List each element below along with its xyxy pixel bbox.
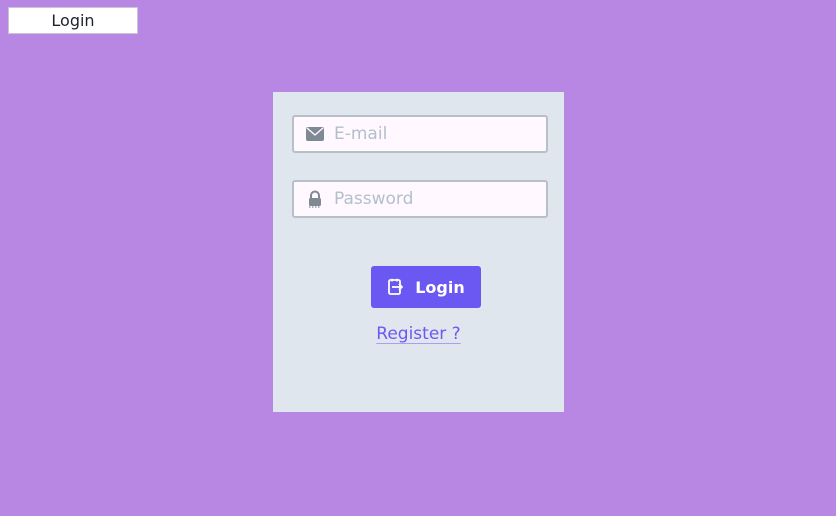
login-button-label: Login: [415, 277, 465, 297]
lock-icon: [306, 190, 324, 208]
password-field[interactable]: [292, 180, 548, 218]
password-input[interactable]: [334, 189, 534, 209]
envelope-icon: [306, 125, 324, 143]
email-field[interactable]: [292, 115, 548, 153]
login-button[interactable]: Login: [371, 266, 481, 308]
login-tab[interactable]: Login: [8, 7, 138, 34]
page: Login E-mail Login Register ?: [0, 0, 836, 516]
login-icon: [387, 278, 405, 296]
register-link[interactable]: Register ?: [273, 324, 564, 344]
login-card: Login Register ?: [273, 92, 564, 412]
email-input[interactable]: [334, 124, 534, 144]
